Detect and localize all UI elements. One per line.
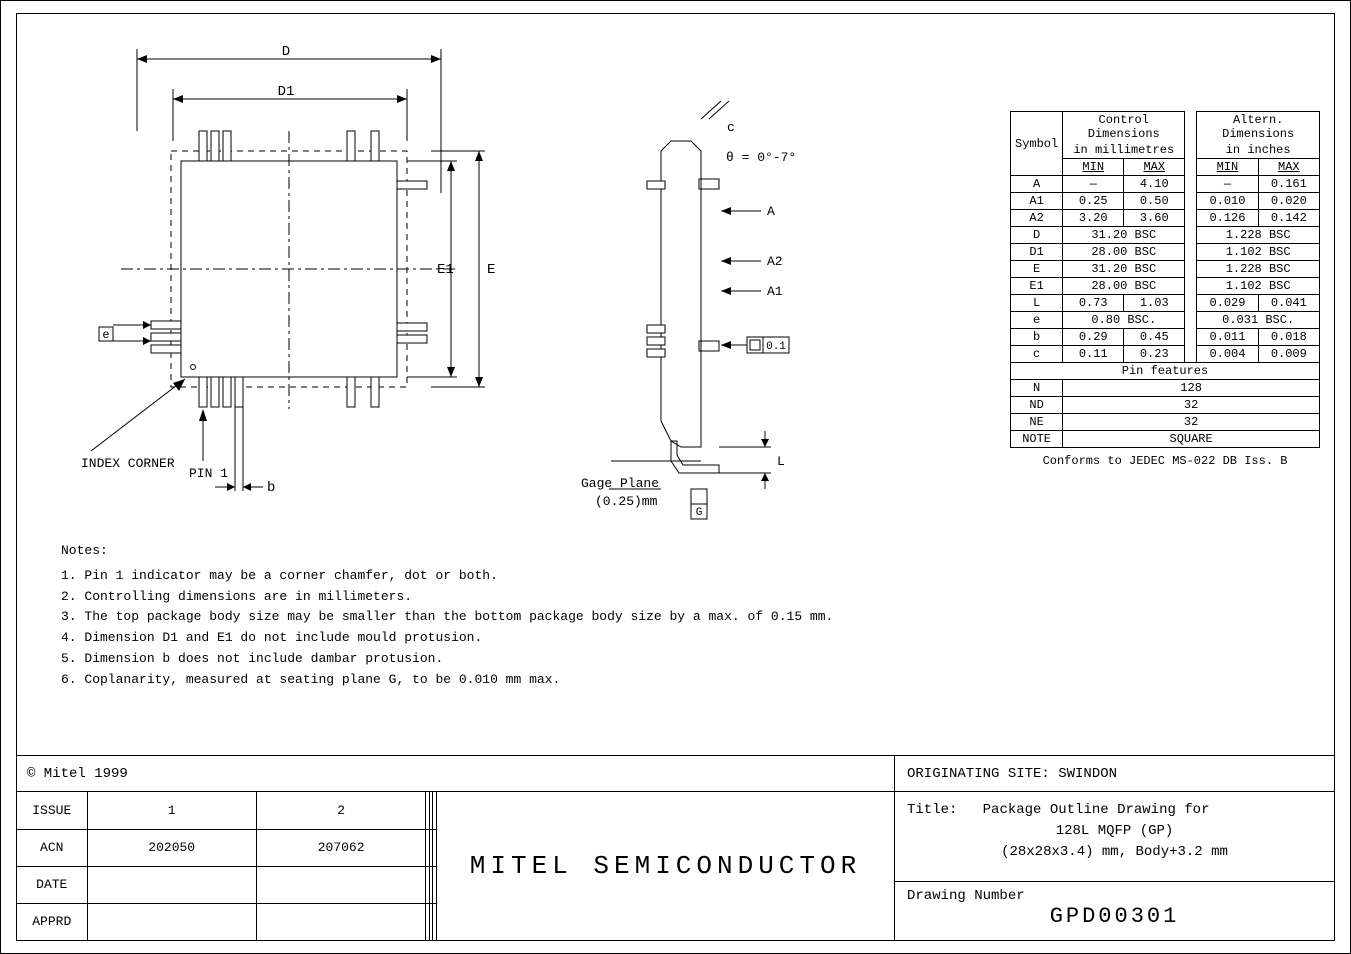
note-4: 4. Dimension D1 and E1 do not include mo… (61, 628, 1320, 649)
note-3: 3. The top package body size may be smal… (61, 607, 1320, 628)
dim-row-b: b (1011, 329, 1063, 346)
flatness-tolerance: 0.1 (766, 341, 786, 353)
dim-D-label: D (282, 44, 290, 60)
package-top-view: D D1 (81, 31, 451, 481)
dim-D1-label: D1 (278, 84, 295, 100)
dimensions-table: Symbol Control Dimensions Altern. Dimens… (1010, 111, 1320, 468)
dim-row-A2: A2 (1011, 210, 1063, 227)
dim-A1-label: A1 (767, 284, 783, 299)
index-corner-label: INDEX CORNER (81, 456, 175, 471)
title-block: © Mitel 1999 ORIGINATING SITE: SWINDON I… (17, 755, 1334, 940)
dim-c-label: c (727, 120, 735, 135)
hdr-control: Control Dimensions (1063, 112, 1185, 143)
drawing-sheet: D D1 (0, 0, 1351, 954)
conforms-note: Conforms to JEDEC MS-022 DB Iss. B (1010, 454, 1320, 468)
dim-row-c: c (1011, 346, 1063, 363)
dim-row-D: D (1011, 227, 1063, 244)
pin-features-header: Pin features (1011, 363, 1320, 380)
dim-row-E1: E1 (1011, 278, 1063, 295)
hdr-symbol: Symbol (1011, 112, 1063, 176)
dim-row-A1: A1 (1011, 193, 1063, 210)
gage-plane-value: (0.25)mm (595, 494, 658, 509)
originating-site: ORIGINATING SITE: SWINDON (894, 756, 1334, 791)
dim-A-label: A (767, 204, 775, 219)
hdr-altern: Altern. Dimensions (1197, 112, 1320, 143)
note-6: 6. Coplanarity, measured at seating plan… (61, 670, 1320, 691)
dim-A2-label: A2 (767, 254, 783, 269)
dim-E-label: E (487, 262, 495, 278)
package-side-view: c θ = 0°-7° A A2 A1 0.1 (551, 91, 781, 521)
hdr-control-units: in millimetres (1063, 142, 1185, 159)
dim-row-L: L (1011, 295, 1063, 312)
theta-label: θ = 0°-7° (726, 150, 796, 165)
note-2: 2. Controlling dimensions are in millime… (61, 587, 1320, 608)
company-name: MITEL SEMICONDUCTOR (437, 792, 894, 940)
dim-b-label: b (267, 480, 275, 496)
dim-L-label: L (777, 454, 785, 469)
note-5: 5. Dimension b does not include dambar p… (61, 649, 1320, 670)
notes-section: Notes: 1. Pin 1 indicator may be a corne… (61, 541, 1320, 691)
svg-text:G: G (696, 507, 703, 519)
note-1: 1. Pin 1 indicator may be a corner chamf… (61, 566, 1320, 587)
dim-row-D1: D1 (1011, 244, 1063, 261)
hdr-altern-units: in inches (1197, 142, 1320, 159)
dim-row-A: A (1011, 176, 1063, 193)
pin1-label: PIN 1 (189, 466, 228, 481)
copyright: © Mitel 1999 (17, 756, 894, 791)
dim-row-e: e (1011, 312, 1063, 329)
notes-title: Notes: (61, 541, 1320, 562)
dim-E1-label: E1 (437, 262, 454, 278)
drawing-title: Title: Package Outline Drawing for 128L … (895, 792, 1334, 882)
dim-e-label: e (102, 328, 109, 342)
dim-row-E: E (1011, 261, 1063, 278)
revision-grid: ISSUE 1 2 ACN 202050 207062 DATE (17, 792, 437, 940)
drawing-number: Drawing Number GPD00301 (895, 882, 1334, 940)
